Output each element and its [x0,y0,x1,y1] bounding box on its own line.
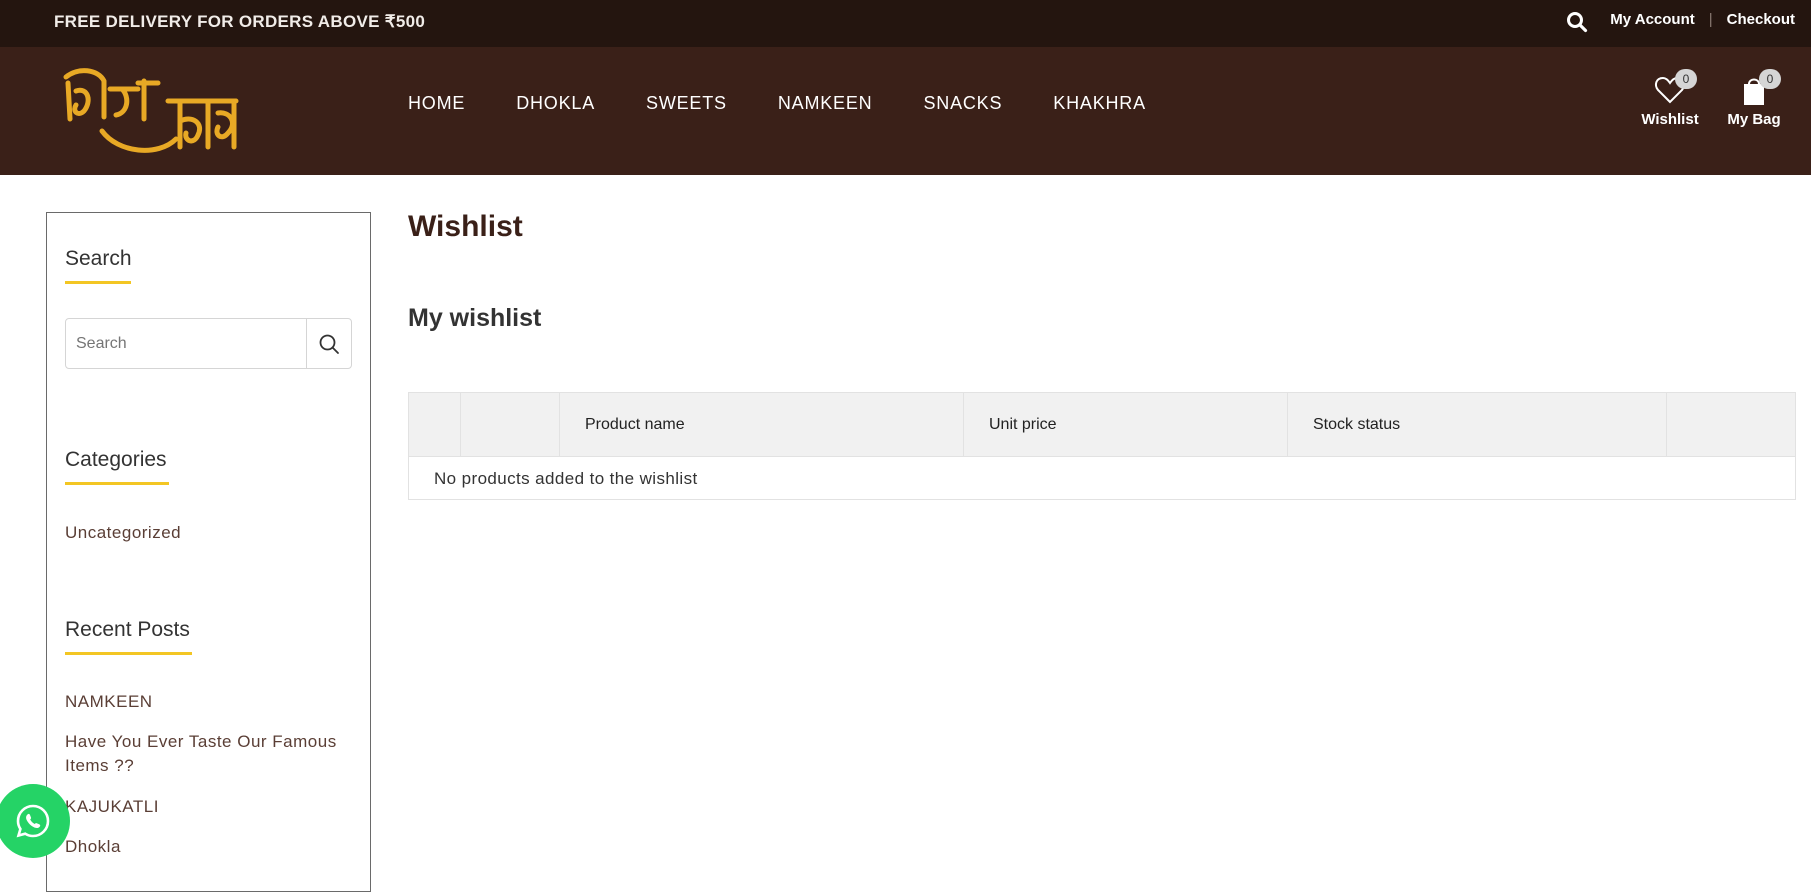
magnifier-icon [319,334,339,354]
nav-dhokla[interactable]: DHOKLA [516,93,595,114]
title-underline [65,652,192,655]
search-input[interactable] [66,319,308,368]
heart-icon: 0 [1653,69,1697,107]
nav-namkeen[interactable]: NAMKEEN [778,93,873,114]
sidebar: Search Categories Uncategorized Recent P… [46,212,371,892]
wishlist-count-badge: 0 [1675,69,1697,89]
category-link[interactable]: Uncategorized [65,521,181,545]
column-header-stock-status: Stock status [1288,393,1667,457]
column-header-product-name: Product name [560,393,964,457]
wishlist-subtitle: My wishlist [408,304,542,332]
recent-post-link[interactable]: NAMKEEN [65,690,153,714]
column-header-unit-price: Unit price [964,393,1288,457]
recent-post-link[interactable]: Have You Ever Taste Our Famous Items ?? [65,730,355,778]
categories-widget-title: Categories [65,448,169,485]
wishlist-table: Product name Unit price Stock status No … [408,392,1796,500]
search-button[interactable] [307,319,351,368]
recent-posts-widget-title: Recent Posts [65,618,192,655]
search-widget-label: Search [65,247,132,270]
shopping-bag-icon: 0 [1737,69,1781,107]
site-logo[interactable] [58,61,244,161]
checkout-link[interactable]: Checkout [1727,11,1795,28]
search-widget-title: Search [65,247,132,284]
title-underline [65,281,131,284]
column-header [1667,393,1795,457]
table-header: Product name Unit price Stock status [409,393,1795,457]
nav-home[interactable]: HOME [408,93,465,114]
recent-post-link[interactable]: KAJUKATLI [65,795,159,819]
search-icon[interactable] [1566,11,1588,33]
bag-count-badge: 0 [1759,69,1781,89]
empty-wishlist-message: No products added to the wishlist [434,469,698,488]
recent-post-link[interactable]: Dhokla [65,835,121,859]
promo-text: FREE DELIVERY FOR ORDERS ABOVE ₹500 [54,12,426,31]
main-header: HOME DHOKLA SWEETS NAMKEEN SNACKS KHAKHR… [0,47,1811,175]
my-bag-label: My Bag [1727,111,1781,128]
link-separator: | [1708,11,1713,28]
nav-sweets[interactable]: SWEETS [646,93,727,114]
my-bag-button[interactable]: 0 My Bag [1726,69,1782,128]
column-header [461,393,560,457]
categories-widget-label: Categories [65,448,167,471]
whatsapp-icon [16,804,50,838]
sidebar-search [65,318,352,369]
column-header [409,393,461,457]
recent-posts-widget-label: Recent Posts [65,618,190,641]
main-nav: HOME DHOKLA SWEETS NAMKEEN SNACKS KHAKHR… [408,93,1197,114]
wishlist-header-button[interactable]: 0 Wishlist [1640,69,1700,128]
my-account-link[interactable]: My Account [1610,11,1694,28]
nav-khakhra[interactable]: KHAKHRA [1053,93,1146,114]
wishlist-label: Wishlist [1641,111,1699,128]
title-underline [65,482,169,485]
page-title: Wishlist [408,210,523,243]
top-links: My Account | Checkout [1610,11,1795,28]
top-bar: FREE DELIVERY FOR ORDERS ABOVE ₹500 My A… [0,0,1811,47]
nav-snacks[interactable]: SNACKS [923,93,1002,114]
